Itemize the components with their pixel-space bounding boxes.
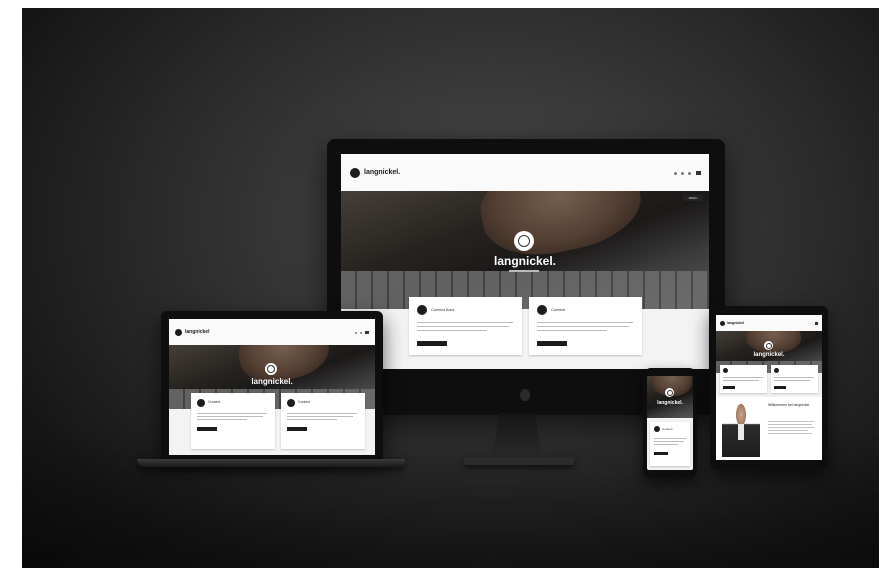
- phone-hero: langnickel.: [647, 376, 693, 418]
- circle-icon: [774, 368, 779, 373]
- nav-icons: [670, 171, 701, 175]
- circle-icon: [417, 305, 427, 315]
- content-card[interactable]: Content: [650, 422, 690, 466]
- profile-section: Willkommen bei langnickel: [716, 397, 822, 460]
- mockup-backdrop: langnickel. MENU langnickel. Content Are…: [22, 8, 879, 568]
- desktop-nav: langnickel.: [341, 154, 709, 191]
- nav-dot-icon[interactable]: [688, 171, 691, 175]
- hero-logo-icon: [514, 231, 534, 251]
- nav-dot-icon[interactable]: [681, 171, 684, 175]
- profile-photo: [722, 403, 760, 457]
- nav-brand-name[interactable]: langnickel: [185, 329, 209, 335]
- card-read-more-button[interactable]: [287, 427, 307, 431]
- hero-logo-icon: [265, 363, 277, 375]
- hero-title: langnickel.: [493, 254, 557, 268]
- hero-title: langnickel.: [753, 352, 785, 358]
- card-read-more-button[interactable]: [654, 452, 668, 455]
- desktop-screen: langnickel. MENU langnickel. Content Are…: [341, 154, 709, 369]
- hero-title: langnickel.: [657, 400, 683, 406]
- content-card[interactable]: Content: [529, 297, 642, 355]
- hero-subtitle: [509, 270, 539, 272]
- phone-device: langnickel. Content: [643, 368, 697, 478]
- laptop-device: langnickel langnickel. Content Content: [161, 311, 383, 459]
- tablet-device: langnickel langnickel. Willkommen bei la…: [710, 306, 828, 469]
- circle-icon: [654, 426, 660, 432]
- content-card[interactable]: Content Area: [409, 297, 522, 355]
- content-card[interactable]: Content: [281, 393, 365, 449]
- nav-brand-name[interactable]: langnickel.: [364, 169, 400, 176]
- phone-screen: langnickel. Content: [647, 376, 693, 470]
- card-read-more-button[interactable]: [537, 341, 567, 346]
- content-card[interactable]: [720, 365, 767, 393]
- laptop-base: [137, 459, 405, 467]
- apple-logo-icon: [520, 389, 530, 401]
- hamburger-icon[interactable]: [365, 331, 369, 334]
- content-card[interactable]: [771, 365, 818, 393]
- nav-brand-name[interactable]: langnickel: [727, 321, 744, 325]
- tablet-nav: langnickel: [716, 315, 822, 331]
- brand-logo-icon[interactable]: [350, 167, 360, 178]
- laptop-screen: langnickel langnickel. Content Content: [169, 319, 375, 455]
- profile-heading: Willkommen bei langnickel: [768, 403, 810, 407]
- hero-logo-icon: [665, 388, 674, 397]
- brand-logo-icon[interactable]: [720, 320, 725, 326]
- card-read-more-button[interactable]: [723, 386, 735, 389]
- circle-icon: [723, 368, 728, 373]
- circle-icon: [537, 305, 547, 315]
- hamburger-icon[interactable]: [696, 171, 701, 175]
- card-read-more-button[interactable]: [197, 427, 217, 431]
- card-title: Content Area: [431, 307, 455, 312]
- hamburger-icon[interactable]: [815, 322, 818, 325]
- desktop-stand-base: [464, 457, 574, 465]
- nav-dot-icon[interactable]: [355, 331, 357, 334]
- circle-icon: [197, 399, 205, 407]
- content-card[interactable]: Content: [191, 393, 275, 449]
- nav-dot-icon[interactable]: [674, 171, 677, 175]
- circle-icon: [287, 399, 295, 407]
- brand-logo-icon[interactable]: [175, 328, 182, 336]
- tablet-screen: langnickel langnickel. Willkommen bei la…: [716, 315, 822, 460]
- card-title: Content: [662, 427, 673, 431]
- hero-title: langnickel.: [251, 377, 293, 386]
- desktop-hero: MENU langnickel.: [341, 191, 709, 309]
- card-title: Content: [208, 400, 221, 404]
- hero-logo-icon: [764, 341, 773, 350]
- card-title: Content: [298, 400, 311, 404]
- nav-dot-icon[interactable]: [360, 331, 362, 334]
- card-read-more-button[interactable]: [774, 386, 786, 389]
- menu-button[interactable]: MENU: [683, 195, 703, 201]
- card-title: Content: [551, 307, 566, 312]
- card-read-more-button[interactable]: [417, 341, 447, 346]
- laptop-nav: langnickel: [169, 319, 375, 345]
